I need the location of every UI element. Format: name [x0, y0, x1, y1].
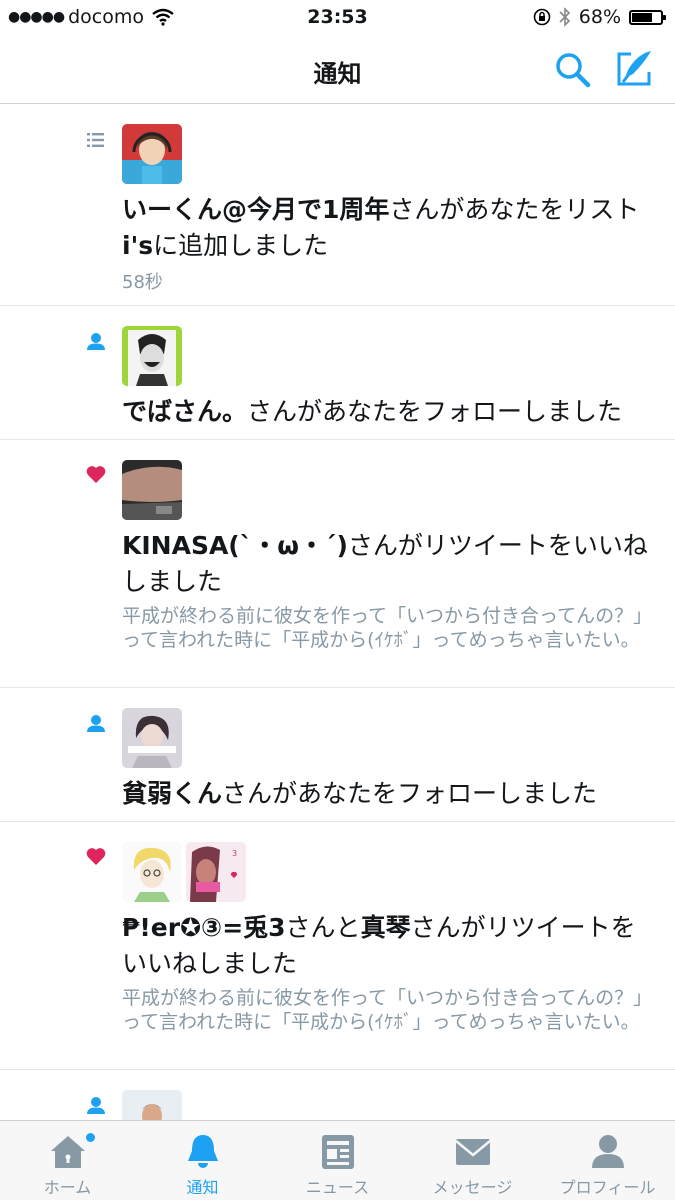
- avatar[interactable]: [122, 708, 182, 768]
- svg-text:3: 3: [232, 849, 237, 858]
- follow-user-icon: [87, 333, 105, 350]
- notification-text: さんがリツイートをいいね: [347, 531, 648, 560]
- notification-text: いいねしました: [122, 949, 298, 978]
- avatar[interactable]: [122, 124, 182, 184]
- envelope-icon: [454, 1139, 491, 1165]
- user-name[interactable]: 真琴: [361, 913, 411, 942]
- avatar[interactable]: [122, 460, 182, 520]
- nav-bar: 通知: [0, 36, 675, 104]
- status-bar: ●●●●● docomo 23:53 68%: [0, 0, 675, 36]
- notification-text: さんがあなたをリスト: [389, 195, 640, 224]
- tab-home[interactable]: ホーム: [0, 1121, 135, 1200]
- news-icon: [321, 1135, 354, 1169]
- list-name[interactable]: i's: [122, 231, 153, 260]
- follow-user-icon: [87, 715, 105, 732]
- notification-text: さんがリツイートを: [410, 913, 636, 942]
- user-name[interactable]: KINASA(`・ω・´): [122, 531, 348, 560]
- notification-text: に追加しました: [153, 231, 329, 260]
- bell-icon: [187, 1135, 218, 1168]
- new-activity-dot: [86, 1133, 95, 1142]
- tweet-snippet[interactable]: 平成が終わる前に彼女を作って「いつから付き合ってんの？」って言われた時に「平成か…: [122, 604, 657, 652]
- notification-item[interactable]: 3 ₱!er✪③=兎3さんと真琴さんがリツイートを いいねしました 平成が終わる…: [0, 822, 675, 1070]
- notifications-feed[interactable]: いーくん@今月で1周年さんがあなたをリスト i'sに追加しました 58秒 でばさ…: [0, 104, 675, 1120]
- avatar[interactable]: 3: [186, 842, 246, 902]
- tab-news[interactable]: ニュース: [270, 1121, 405, 1200]
- compose-tweet-icon[interactable]: [613, 48, 655, 90]
- tweet-snippet[interactable]: 平成が終わる前に彼女を作って「いつから付き合ってんの？」って言われた時に「平成か…: [122, 986, 657, 1034]
- battery-icon: [629, 9, 666, 25]
- tab-label: メッセージ: [432, 1178, 513, 1197]
- tab-notifications[interactable]: 通知: [135, 1121, 270, 1200]
- user-name[interactable]: いーくん@今月で1周年: [122, 195, 389, 224]
- list-icon: [87, 133, 104, 147]
- user-name[interactable]: ₱!er✪③=兎3: [122, 913, 286, 942]
- follow-user-icon: [87, 1097, 105, 1114]
- avatar[interactable]: [122, 1090, 182, 1120]
- tab-label: 通知: [186, 1178, 219, 1197]
- tab-label: ホーム: [43, 1178, 92, 1197]
- notification-item[interactable]: [0, 1070, 675, 1120]
- notification-item[interactable]: でばさん。さんがあなたをフォローしました: [0, 306, 675, 440]
- notification-text: さんと: [285, 913, 361, 942]
- tab-label: ニュース: [305, 1178, 370, 1197]
- orientation-lock-icon: [533, 8, 551, 26]
- notification-item[interactable]: 貧弱くんさんがあなたをフォローしました: [0, 688, 675, 822]
- notification-text: さんがあなたをフォローしました: [222, 779, 598, 808]
- home-icon: [50, 1136, 85, 1168]
- notification-text: さんがあなたをフォローしました: [247, 397, 623, 426]
- user-name[interactable]: 貧弱くん: [122, 779, 222, 808]
- timestamp: 58秒: [122, 272, 163, 293]
- battery-percent: 68%: [578, 6, 621, 28]
- avatar[interactable]: [122, 842, 182, 902]
- notification-text: しました: [122, 567, 223, 596]
- tab-messages[interactable]: メッセージ: [405, 1121, 540, 1200]
- tab-profile[interactable]: プロフィール: [540, 1121, 675, 1200]
- notification-item[interactable]: KINASA(`・ω・´)さんがリツイートをいいね しました 平成が終わる前に彼…: [0, 440, 675, 688]
- heart-icon: [86, 848, 106, 865]
- heart-icon: [86, 466, 106, 483]
- tab-bar: ホーム 通知 ニュース メッセージ プロフィール: [0, 1120, 675, 1200]
- profile-icon: [591, 1135, 624, 1168]
- notification-item[interactable]: いーくん@今月で1周年さんがあなたをリスト i'sに追加しました 58秒: [0, 104, 675, 306]
- bluetooth-icon: [559, 7, 570, 27]
- search-icon[interactable]: [553, 50, 593, 90]
- avatar[interactable]: [122, 326, 182, 386]
- user-name[interactable]: でばさん。: [122, 397, 247, 426]
- tab-label: プロフィール: [559, 1178, 656, 1197]
